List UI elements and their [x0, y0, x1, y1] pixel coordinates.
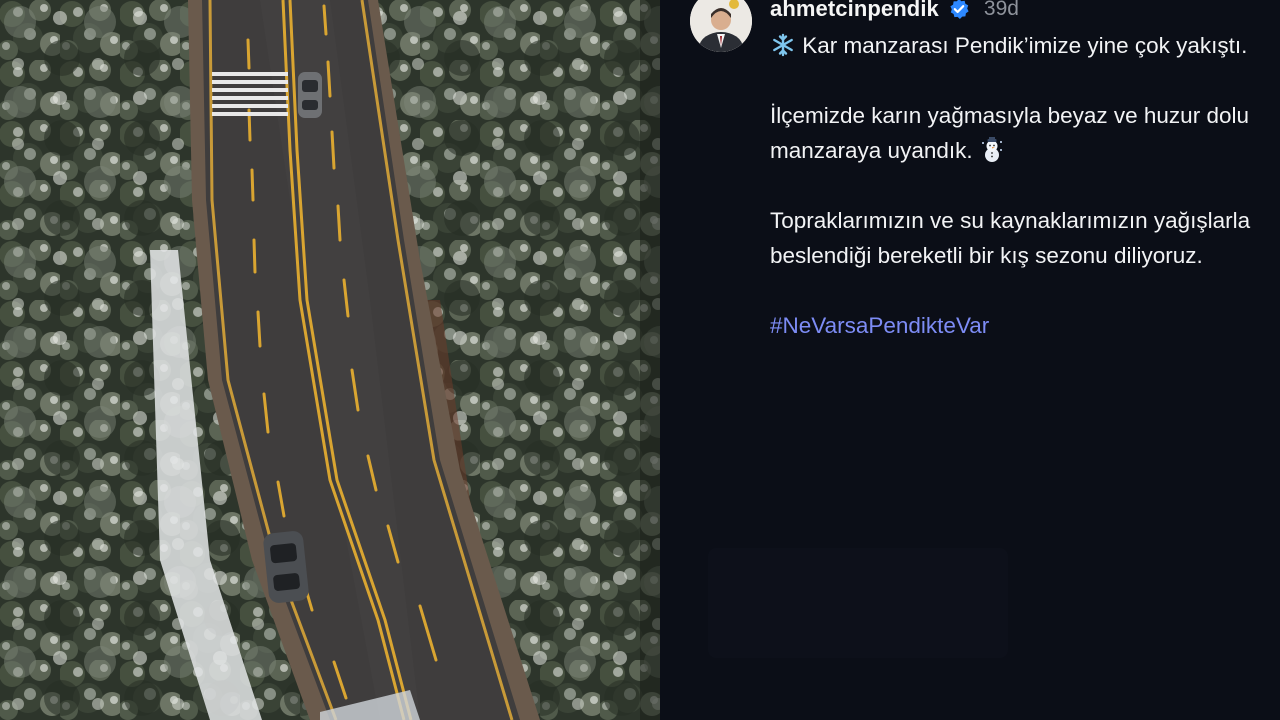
car-bottom [263, 531, 309, 603]
snowman-icon [979, 137, 1005, 163]
snowflake-icon [770, 32, 796, 58]
caption-paragraph-1: Kar manzarası Pendik’imize yine çok yakı… [770, 28, 1270, 63]
caption-paragraph-4: #NeVarsaPendikteVar [770, 308, 1270, 343]
verified-badge-icon [948, 0, 970, 20]
post-caption: Kar manzarası Pendik’imize yine çok yakı… [770, 28, 1270, 343]
post-photo[interactable] [0, 0, 660, 720]
post-timestamp[interactable]: 39d [984, 0, 1019, 21]
faint-background-shape [708, 548, 1008, 658]
snowy-road-image [0, 0, 660, 720]
post-viewer: ahmetcinpendik 39d Kar manzarası Pendik’… [0, 0, 1280, 720]
caption-paragraph-3: Topraklarımızın ve su kaynaklarımızın ya… [770, 203, 1270, 273]
avatar[interactable] [690, 0, 752, 52]
caption-line-1: Kar manzarası Pendik’imize yine çok yakı… [802, 33, 1248, 58]
car-top [298, 72, 322, 118]
caption-line-3: Topraklarımızın ve su kaynaklarımızın ya… [770, 208, 1251, 268]
username-link[interactable]: ahmetcinpendik [770, 0, 939, 22]
caption-line-2: İlçemizde karın yağmasıyla beyaz ve huzu… [770, 103, 1249, 163]
caption-panel: ahmetcinpendik 39d Kar manzarası Pendik’… [660, 0, 1280, 720]
profile-picture [690, 0, 752, 52]
hashtag-link[interactable]: #NeVarsaPendikteVar [770, 313, 989, 338]
user-line: ahmetcinpendik 39d [770, 0, 1019, 22]
caption-paragraph-2: İlçemizde karın yağmasıyla beyaz ve huzu… [770, 98, 1270, 168]
